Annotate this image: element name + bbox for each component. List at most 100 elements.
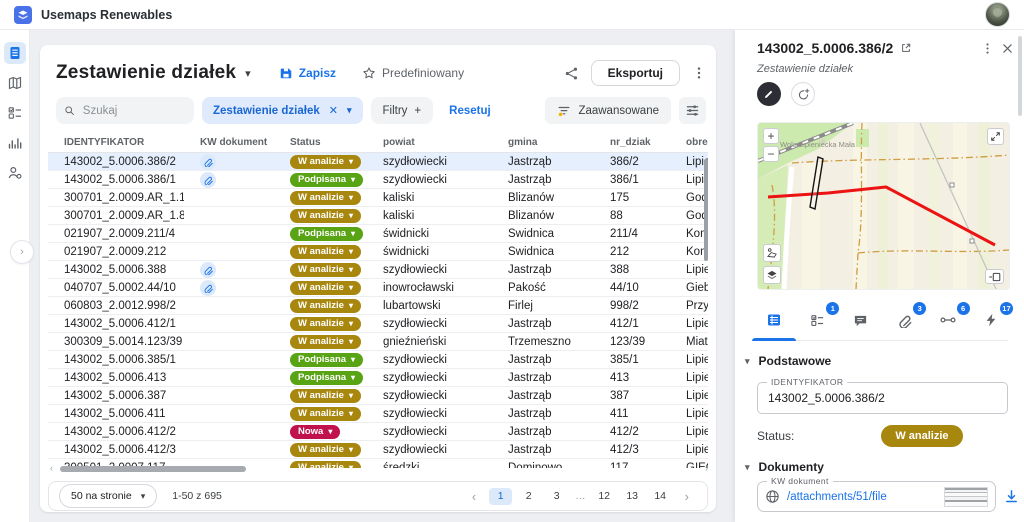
export-button[interactable]: Eksportuj (591, 60, 680, 86)
table-row[interactable]: 060803_2.0012.998/2W analizie▾lubartowsk… (48, 297, 708, 315)
add-filter-button[interactable]: Filtry + (371, 97, 434, 124)
status-chip[interactable]: W analizie▾ (290, 155, 361, 169)
filter-chip-caret-icon[interactable]: ▾ (347, 105, 352, 116)
table-row[interactable]: 143002_5.0006.412/3W analizie▾szydłowiec… (48, 441, 708, 459)
parcel-map[interactable]: Wola Lipieniecka Mała + − (757, 122, 1010, 290)
page-button[interactable]: 1 (489, 488, 512, 505)
detail-tab-activity[interactable]: 17 (978, 310, 1004, 330)
title-caret-icon[interactable]: ▾ (245, 67, 251, 80)
table-row[interactable]: 300701_2.0009.AR_1.88W analizie▾kaliskiB… (48, 207, 708, 225)
status-chip[interactable]: Podpisana▾ (290, 353, 363, 367)
table-row[interactable]: 143002_5.0006.413Podpisana▾szydłowieckiJ… (48, 369, 708, 387)
status-chip[interactable]: W analizie▾ (290, 191, 361, 205)
status-chip[interactable]: W analizie▾ (290, 389, 361, 403)
sidebar-item-users[interactable] (4, 162, 26, 184)
status-chip[interactable]: Podpisana▾ (290, 371, 363, 385)
horizontal-scrollbar-thumb[interactable] (60, 466, 246, 472)
user-avatar[interactable] (985, 2, 1010, 27)
map-fullscreen-button[interactable] (987, 128, 1004, 145)
page-button[interactable]: 3 (545, 488, 568, 505)
sidebar-item-registers[interactable] (4, 42, 26, 64)
table-row[interactable]: 300701_2.0009.AR_1.175W analizie▾kaliski… (48, 189, 708, 207)
sidebar-item-tasks[interactable] (4, 102, 26, 124)
table-row[interactable]: 300309_5.0014.123/39W analizie▾gnieźnień… (48, 333, 708, 351)
active-filter-chip[interactable]: Zestawienie działek ✕ ▾ (202, 97, 363, 124)
detail-tab-details[interactable] (761, 310, 787, 330)
status-chip[interactable]: W analizie▾ (290, 209, 361, 223)
add-geometry-button[interactable] (791, 82, 815, 106)
sidebar-item-analytics[interactable] (4, 132, 26, 154)
attachment-button[interactable] (200, 262, 216, 278)
download-button[interactable] (1004, 489, 1019, 504)
identifier-field[interactable]: IDENTYFIKATOR 143002_5.0006.386/2 (757, 382, 1008, 414)
kw-document-link[interactable]: /attachments/51/file (787, 491, 937, 503)
map-measure-button[interactable] (763, 244, 781, 262)
map-zoom-in-button[interactable]: + (763, 128, 779, 144)
status-chip[interactable]: W analizie▾ (290, 263, 361, 277)
page-button[interactable]: 12 (593, 488, 616, 505)
detail-tab-relations[interactable]: 6 (935, 310, 961, 330)
previous-page-button[interactable]: ‹ (472, 489, 476, 504)
advanced-filters-button[interactable]: Zaawansowane (545, 97, 671, 124)
more-options-button[interactable] (692, 66, 706, 80)
reset-filters-link[interactable]: Resetuj (449, 105, 491, 117)
status-chip[interactable]: W analizie▾ (290, 317, 361, 331)
table-row[interactable]: 143002_5.0006.412/1W analizie▾szydłowiec… (48, 315, 708, 333)
attachment-button[interactable] (200, 172, 216, 188)
map-layers-button[interactable] (763, 266, 781, 284)
open-in-new-button[interactable] (900, 42, 912, 54)
status-chip[interactable]: W analizie▾ (290, 245, 361, 259)
detail-tab-comments[interactable] (848, 310, 874, 330)
status-chip[interactable]: Podpisana▾ (290, 173, 363, 187)
detail-tab-attachments[interactable]: 3 (891, 310, 917, 330)
horizontal-scrollbar[interactable]: ‹ › (48, 466, 708, 473)
detail-status-chip[interactable]: W analizie (881, 425, 962, 447)
table-row[interactable]: 021907_2.0009.211/4Podpisana▾świdnickiŚw… (48, 225, 708, 243)
status-chip[interactable]: Nowa▾ (290, 425, 340, 439)
attachment-button[interactable] (200, 280, 216, 296)
page-button[interactable]: 13 (621, 488, 644, 505)
search-input[interactable] (81, 104, 186, 118)
page-button[interactable]: 2 (517, 488, 540, 505)
sidebar-expand-button[interactable]: › (10, 240, 34, 264)
status-chip[interactable]: W analizie▾ (290, 407, 361, 421)
save-button[interactable]: Zapisz (279, 66, 336, 80)
table-row[interactable]: 143002_5.0006.385/1Podpisana▾szydłowieck… (48, 351, 708, 369)
map-zoom-out-button[interactable]: − (763, 146, 779, 162)
next-page-button[interactable]: › (685, 489, 689, 504)
detail-tab-tasks[interactable]: 1 (804, 310, 830, 330)
detail-scrollbar[interactable] (1018, 36, 1022, 116)
sidebar-item-map[interactable] (4, 72, 26, 94)
vertical-scrollbar[interactable] (704, 159, 708, 261)
table-row[interactable]: 143002_5.0006.386/2W analizie▾szydłowiec… (48, 153, 708, 171)
table-row[interactable]: 143002_5.0006.388W analizie▾szydłowiecki… (48, 261, 708, 279)
status-chip[interactable]: W analizie▾ (290, 335, 361, 349)
table-row[interactable]: 143002_5.0006.386/1Podpisana▾szydłowieck… (48, 171, 708, 189)
status-chip[interactable]: W analizie▾ (290, 443, 361, 457)
status-chip[interactable]: Podpisana▾ (290, 227, 363, 241)
table-row[interactable]: 021907_2.0009.212W analizie▾świdnickiŚwi… (48, 243, 708, 261)
attachment-button[interactable] (200, 154, 216, 170)
map-extent-button[interactable] (985, 269, 1004, 284)
remove-filter-icon[interactable]: ✕ (329, 104, 338, 117)
search-box[interactable] (56, 97, 194, 124)
page-button[interactable]: 14 (649, 488, 672, 505)
scroll-right-icon[interactable]: › (705, 463, 708, 473)
scroll-left-icon[interactable]: ‹ (50, 463, 53, 473)
detail-more-button[interactable] (981, 42, 994, 55)
kw-document-thumbnail[interactable] (944, 487, 988, 507)
table-row[interactable]: 143002_5.0006.387W analizie▾szydłowiecki… (48, 387, 708, 405)
table-row[interactable]: 143002_5.0006.412/2Nowa▾szydłowieckiJast… (48, 423, 708, 441)
edit-button[interactable] (757, 82, 781, 106)
close-detail-button[interactable] (1001, 42, 1014, 55)
predefined-button[interactable]: Predefiniowany (362, 66, 464, 80)
page-size-select[interactable]: 50 na stronie ▾ (59, 484, 157, 508)
section-documents[interactable]: ▾ Dokumenty (745, 460, 824, 474)
status-chip[interactable]: W analizie▾ (290, 299, 361, 313)
table-row[interactable]: 143002_5.0006.411W analizie▾szydłowiecki… (48, 405, 708, 423)
kw-document-field[interactable]: KW dokument /attachments/51/file (757, 481, 996, 512)
status-chip[interactable]: W analizie▾ (290, 281, 361, 295)
column-settings-button[interactable] (679, 97, 706, 124)
table-row[interactable]: 040707_5.0002.44/10W analizie▾inowrocław… (48, 279, 708, 297)
section-basic[interactable]: ▾ Podstawowe (745, 354, 831, 368)
